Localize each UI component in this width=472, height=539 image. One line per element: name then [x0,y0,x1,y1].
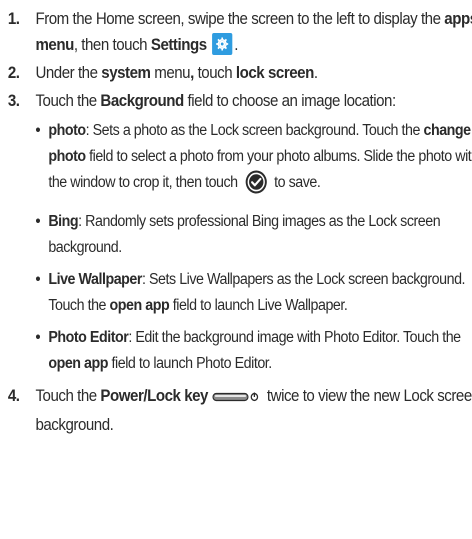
step-text: Touch the [35,92,101,110]
option-text: : Edit the background image with Photo E… [128,329,461,346]
step-text: , then touch [73,36,151,54]
step-text: . [313,64,318,82]
option-name: Live Wallpaper [48,271,143,288]
option-text: : Sets a photo as the Lock screen backgr… [85,122,424,139]
step-bold-term: Background [100,92,184,110]
option-text: : Randomly sets professional Bing images… [48,213,441,256]
option-bold-term: open app [48,355,109,372]
step-number: 2. [7,64,20,82]
step-bold-term: Settings [150,36,207,54]
bullet: • [35,329,40,346]
step-text: Under the [35,64,102,82]
list-item-bing: • Bing: Randomly sets professional Bing … [35,209,472,261]
power-lock-key-icon [212,386,260,412]
step-text: menu [150,64,191,82]
bullet: • [35,122,40,139]
background-options-list: • photo: Sets a photo as the Lock screen… [35,118,472,377]
list-item-photo: • photo: Sets a photo as the Lock screen… [35,118,472,203]
list-item-photo-editor: • Photo Editor: Edit the background imag… [35,325,472,377]
instructions-document: 1. From the Home screen, swipe the scree… [0,0,472,539]
step-1: 1. From the Home screen, swipe the scree… [6,6,472,58]
bullet: • [35,271,40,288]
step-bold-term: system [101,64,151,82]
step-2: 2. Under the system menu, touch lock scr… [6,60,472,86]
step-text: touch [193,64,236,82]
step-number: 4. [7,387,20,405]
step-4: 4. Touch the Power/Lock key twice to vie… [6,383,472,438]
bullet: • [35,213,40,230]
list-item-live-wallpaper: • Live Wallpaper: Sets Live Wallpapers a… [35,267,472,319]
step-number: 3. [7,92,20,110]
step-text: From the Home screen, swipe the screen t… [35,10,445,28]
step-text: field to choose an image location: [183,92,397,110]
option-name: Photo Editor [48,329,129,346]
option-text: field to launch Photo Editor. [108,355,273,372]
option-name: Bing [48,213,79,230]
step-number: 1. [7,10,20,28]
settings-gear-icon [212,33,233,55]
step-3: 3. Touch the Background field to choose … [6,88,472,377]
step-bold-term: lock screen [235,64,314,82]
step-text: Touch the [35,387,101,405]
option-bold-term: open app [109,297,170,314]
option-text: to save. [270,174,321,191]
checkmark-circle-icon [245,170,267,203]
option-text: field to launch Live Wallpaper. [169,297,348,314]
step-text: . [234,36,238,54]
step-bold-term: Power/Lock key [100,387,208,405]
option-name: photo [48,122,86,139]
